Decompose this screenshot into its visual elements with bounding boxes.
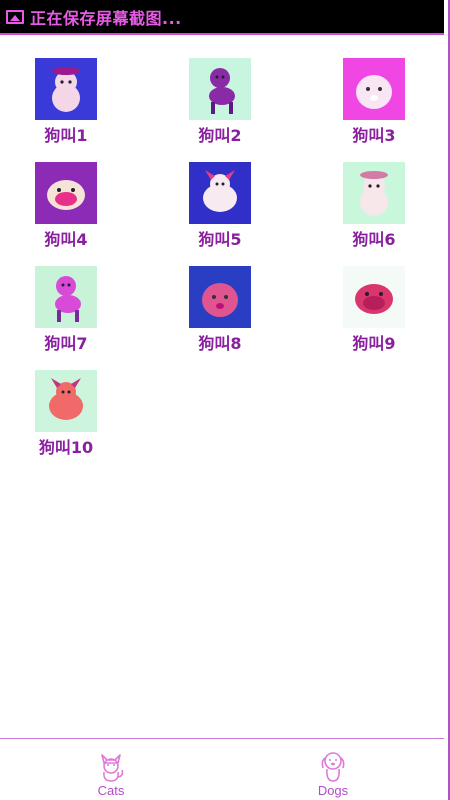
tab-dogs-label: Dogs	[317, 783, 349, 798]
dog-illustration	[35, 370, 97, 432]
dog-illustration	[189, 58, 251, 120]
grid-item-label: 狗叫5	[198, 230, 242, 249]
image-icon	[6, 9, 24, 24]
dog-thumbnail[interactable]	[189, 266, 251, 328]
grid-item-label: 狗叫4	[44, 230, 88, 249]
grid-item-label: 狗叫2	[198, 126, 242, 145]
status-text: 正在保存屏幕截图...	[30, 8, 182, 28]
grid-item[interactable]: 狗叫6	[329, 162, 419, 250]
cat-icon	[101, 754, 124, 782]
dog-illustration	[189, 266, 251, 328]
dog-illustration	[189, 162, 251, 224]
dog-thumbnail[interactable]	[189, 58, 251, 120]
tab-cats[interactable]: Cats	[0, 739, 222, 800]
bottom-tab-bar: Cats Dogs	[0, 738, 444, 800]
status-bar: 正在保存屏幕截图...	[0, 0, 444, 35]
tab-dogs[interactable]: Dogs	[222, 739, 444, 800]
grid-item-label: 狗叫9	[352, 334, 396, 353]
grid-item[interactable]: 狗叫8	[175, 266, 265, 354]
dog-thumbnail[interactable]	[35, 370, 97, 432]
dog-thumbnail[interactable]	[343, 58, 405, 120]
grid-item-label: 狗叫7	[44, 334, 88, 353]
dog-thumbnail[interactable]	[343, 162, 405, 224]
dog-thumbnail[interactable]	[189, 162, 251, 224]
grid-item-label: 狗叫1	[44, 126, 88, 145]
dog-thumbnail[interactable]	[343, 266, 405, 328]
grid-item[interactable]: 狗叫5	[175, 162, 265, 250]
dog-thumbnail[interactable]	[35, 162, 97, 224]
grid-item-label: 狗叫3	[352, 126, 396, 145]
dog-illustration	[35, 266, 97, 328]
grid-item[interactable]: 狗叫1	[21, 58, 111, 146]
dog-illustration	[35, 162, 97, 224]
grid-item-label: 狗叫6	[352, 230, 396, 249]
grid-item[interactable]: 狗叫10	[21, 370, 111, 458]
dog-illustration	[343, 162, 405, 224]
app-screen: 正在保存屏幕截图... 狗叫1 狗叫2 狗叫3 狗叫4 狗叫5 狗叫6 狗叫7 …	[0, 0, 450, 800]
grid-item-label: 狗叫8	[198, 334, 242, 353]
dog-thumbnail[interactable]	[35, 266, 97, 328]
grid-item[interactable]: 狗叫9	[329, 266, 419, 354]
dog-illustration	[35, 58, 97, 120]
grid-item[interactable]: 狗叫4	[21, 162, 111, 250]
grid-item[interactable]: 狗叫2	[175, 58, 265, 146]
dog-illustration	[343, 266, 405, 328]
grid-item[interactable]: 狗叫7	[21, 266, 111, 354]
grid-item-label: 狗叫10	[38, 438, 94, 457]
dog-illustration	[343, 58, 405, 120]
grid-item[interactable]: 狗叫3	[329, 58, 419, 146]
dog-thumbnail[interactable]	[35, 58, 97, 120]
tab-cats-label: Cats	[97, 783, 125, 798]
dog-icon	[321, 752, 345, 782]
